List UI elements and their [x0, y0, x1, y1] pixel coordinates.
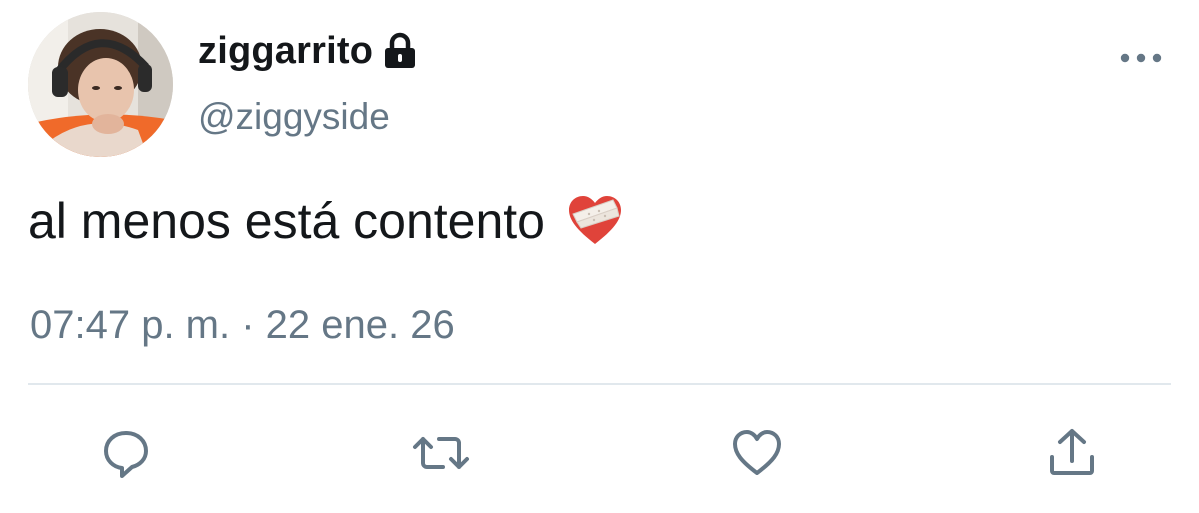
share-icon: [1050, 429, 1094, 475]
tweet-timestamp[interactable]: 07:47 p. m. · 22 ene. 26: [30, 303, 455, 348]
author-handle[interactable]: @ziggyside: [198, 96, 390, 138]
retweet-icon: [413, 437, 469, 469]
tweet-text-content: al menos está contento: [28, 193, 545, 249]
retweet-button[interactable]: [411, 425, 471, 481]
lock-icon: [383, 32, 417, 70]
display-name[interactable]: ziggarrito: [198, 30, 373, 73]
avatar-image: [28, 12, 173, 157]
tweet-text: al menos está contento: [28, 192, 623, 250]
author-name-row: ziggarrito: [198, 26, 417, 76]
avatar[interactable]: [28, 12, 173, 157]
heart-icon: [733, 430, 781, 475]
mending-heart-emoji: [567, 194, 623, 248]
like-button[interactable]: [727, 425, 787, 481]
share-button[interactable]: [1042, 425, 1102, 481]
more-options-button[interactable]: [1118, 40, 1164, 76]
divider: [28, 383, 1171, 385]
reply-button[interactable]: [96, 425, 156, 481]
more-horizontal-icon: [1120, 53, 1162, 63]
tweet-card: ziggarrito @ziggyside al menos está cont…: [0, 0, 1199, 513]
reply-bubble-icon: [104, 431, 148, 478]
